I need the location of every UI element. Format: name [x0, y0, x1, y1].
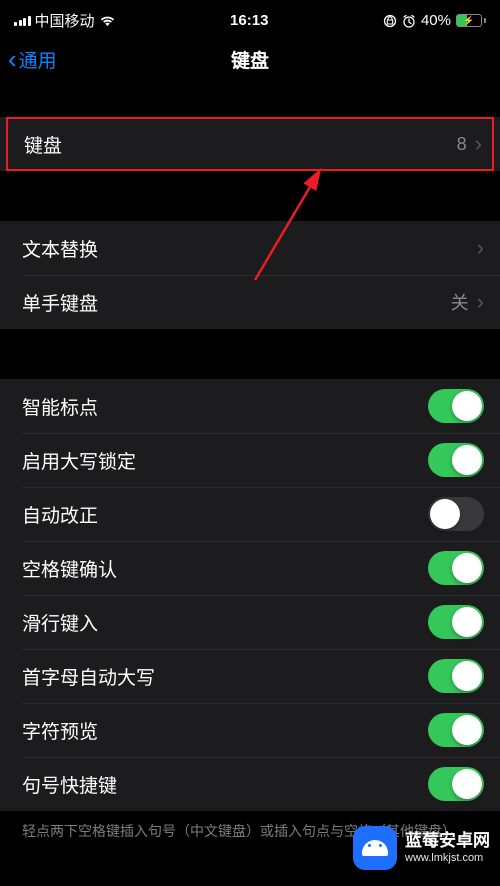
- alarm-icon: [402, 14, 416, 28]
- toggle-auto-capitalization[interactable]: [428, 659, 484, 693]
- row-slide-to-type: 滑行键入: [0, 595, 500, 649]
- row-label: 单手键盘: [22, 289, 451, 316]
- back-label: 通用: [19, 46, 57, 73]
- battery-percent: 40%: [421, 12, 451, 29]
- carrier-label: 中国移动: [35, 10, 95, 31]
- row-label: 键盘: [24, 131, 457, 158]
- row-auto-correction: 自动改正: [0, 487, 500, 541]
- row-character-preview: 字符预览: [0, 703, 500, 757]
- row-label: 滑行键入: [22, 609, 428, 636]
- toggle-slide-to-type[interactable]: [428, 605, 484, 639]
- wifi-icon: [99, 15, 116, 27]
- toggle-space-confirmation[interactable]: [428, 551, 484, 585]
- chevron-right-icon: ›: [475, 131, 482, 157]
- toggle-character-preview[interactable]: [428, 713, 484, 747]
- orientation-lock-icon: [383, 14, 397, 28]
- row-label: 文本替换: [22, 235, 477, 262]
- row-value: 关: [451, 289, 469, 315]
- row-label: 智能标点: [22, 393, 428, 420]
- watermark-url: www.lmkjst.com: [405, 852, 490, 865]
- settings-group-toggles: 智能标点 启用大写锁定 自动改正 空格键确认 滑行键入 首字母自动大写 字符预览…: [0, 379, 500, 811]
- row-label: 空格键确认: [22, 555, 428, 582]
- settings-group-keyboards: 键盘 8 ›: [0, 117, 500, 171]
- chevron-right-icon: ›: [477, 235, 484, 261]
- row-label: 自动改正: [22, 501, 428, 528]
- status-bar: 中国移动 16:13 40% ⚡: [0, 0, 500, 37]
- settings-group-replace: 文本替换 › 单手键盘 关 ›: [0, 221, 500, 329]
- toggle-auto-correction[interactable]: [428, 497, 484, 531]
- chevron-right-icon: ›: [477, 289, 484, 315]
- toggle-period-shortcut[interactable]: [428, 767, 484, 801]
- status-left: 中国移动: [14, 10, 116, 31]
- row-text-replacement[interactable]: 文本替换 ›: [0, 221, 500, 275]
- watermark-logo-icon: [353, 826, 397, 870]
- battery-icon: ⚡: [456, 14, 486, 27]
- nav-bar: ‹ 通用 键盘: [0, 37, 500, 81]
- toggle-caps-lock[interactable]: [428, 443, 484, 477]
- row-period-shortcut: 句号快捷键: [0, 757, 500, 811]
- row-one-handed-keyboard[interactable]: 单手键盘 关 ›: [0, 275, 500, 329]
- row-label: 启用大写锁定: [22, 447, 428, 474]
- row-space-confirmation: 空格键确认: [0, 541, 500, 595]
- status-right: 40% ⚡: [383, 12, 486, 29]
- row-enable-caps-lock: 启用大写锁定: [0, 433, 500, 487]
- watermark: 蓝莓安卓网 www.lmkjst.com: [353, 826, 490, 870]
- row-label: 句号快捷键: [22, 771, 428, 798]
- chevron-left-icon: ‹: [8, 46, 17, 72]
- page-title: 键盘: [231, 46, 269, 73]
- row-label: 字符预览: [22, 717, 428, 744]
- row-label: 首字母自动大写: [22, 663, 428, 690]
- row-value: 8: [457, 134, 467, 155]
- row-keyboards[interactable]: 键盘 8 ›: [6, 117, 494, 171]
- status-time: 16:13: [230, 12, 268, 29]
- row-smart-punctuation: 智能标点: [0, 379, 500, 433]
- toggle-smart-punctuation[interactable]: [428, 389, 484, 423]
- row-auto-capitalization: 首字母自动大写: [0, 649, 500, 703]
- back-button[interactable]: ‹ 通用: [8, 46, 57, 73]
- watermark-title: 蓝莓安卓网: [405, 831, 490, 851]
- signal-icon: [14, 16, 31, 26]
